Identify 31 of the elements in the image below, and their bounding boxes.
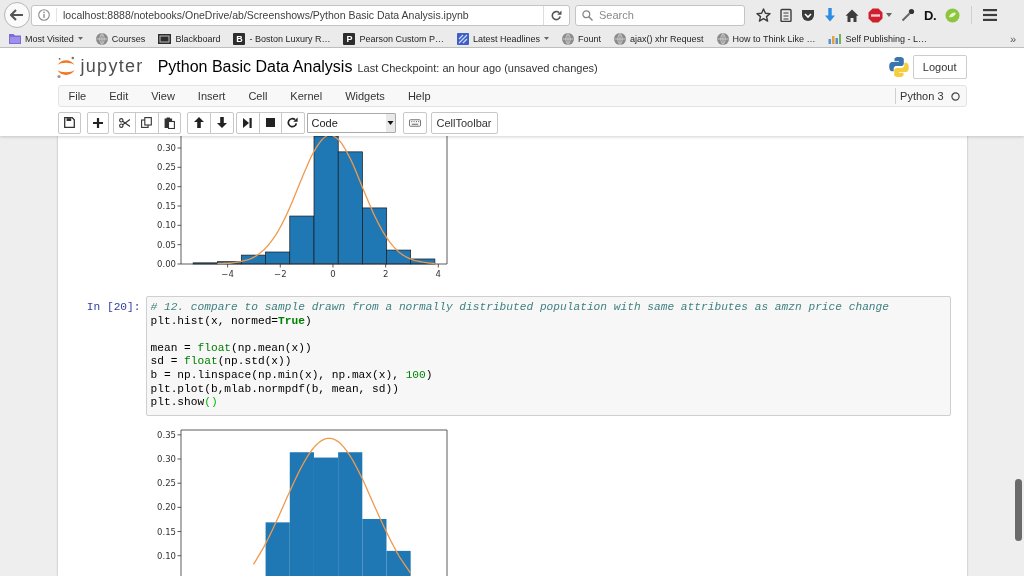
x-tick-label: 2 bbox=[382, 269, 388, 279]
y-tick-label: 0.15 bbox=[156, 526, 176, 537]
y-tick-label: 0.35 bbox=[156, 429, 176, 440]
x-tick-label: 4 bbox=[435, 269, 441, 279]
y-tick-label: 0.25 bbox=[156, 477, 176, 488]
code-line: plt.plot(b,mlab.normpdf(b, mean, sd)) bbox=[150, 382, 400, 397]
y-tick-label: 0.20 bbox=[156, 502, 176, 513]
x-tick-label: 0 bbox=[329, 269, 336, 279]
input-prompt: In [20]: bbox=[85, 300, 142, 315]
y-tick-label: 0.10 bbox=[156, 550, 176, 561]
y-tick-label: 0.15 bbox=[156, 201, 176, 211]
code-line: mean = float(np.mean(x)) bbox=[150, 341, 313, 356]
code-line: b = np.linspace(np.min(x), np.max(x), 100) bbox=[150, 368, 434, 383]
kernel-name: Python 3 bbox=[900, 90, 944, 102]
y-tick-label: 0.30 bbox=[156, 453, 176, 464]
y-tick-label: 0.20 bbox=[156, 181, 176, 192]
x-tick-label: −4 bbox=[220, 269, 234, 279]
y-tick-label: 0.05 bbox=[156, 239, 176, 250]
favicon-letter: P bbox=[343, 32, 356, 45]
y-tick-label: 0.25 bbox=[156, 162, 176, 173]
code-line: plt.hist(x, normed=True) bbox=[150, 314, 313, 329]
checkpoint-status: Last Checkpoint: an hour ago (unsaved changes) bbox=[357, 62, 598, 74]
x-tick-label: −2 bbox=[273, 269, 287, 279]
y-tick-label: 0.30 bbox=[156, 143, 176, 153]
favicon-letter: B bbox=[233, 32, 246, 45]
code-line: plt.show() bbox=[150, 396, 219, 410]
url-text: localhost:8888/notebooks/OneDrive/ab/Screenshows/Python Basic Data Analysis.ipynb bbox=[56, 8, 543, 22]
y-tick-label: 0.10 bbox=[156, 220, 176, 231]
code-line: # 12. compare to sample drawn from a normally distributed population with same attributes as amzn price change bbox=[150, 301, 890, 315]
code-line: sd = float(np.std(x)) bbox=[150, 355, 293, 369]
y-tick-label: 0.00 bbox=[156, 259, 176, 269]
